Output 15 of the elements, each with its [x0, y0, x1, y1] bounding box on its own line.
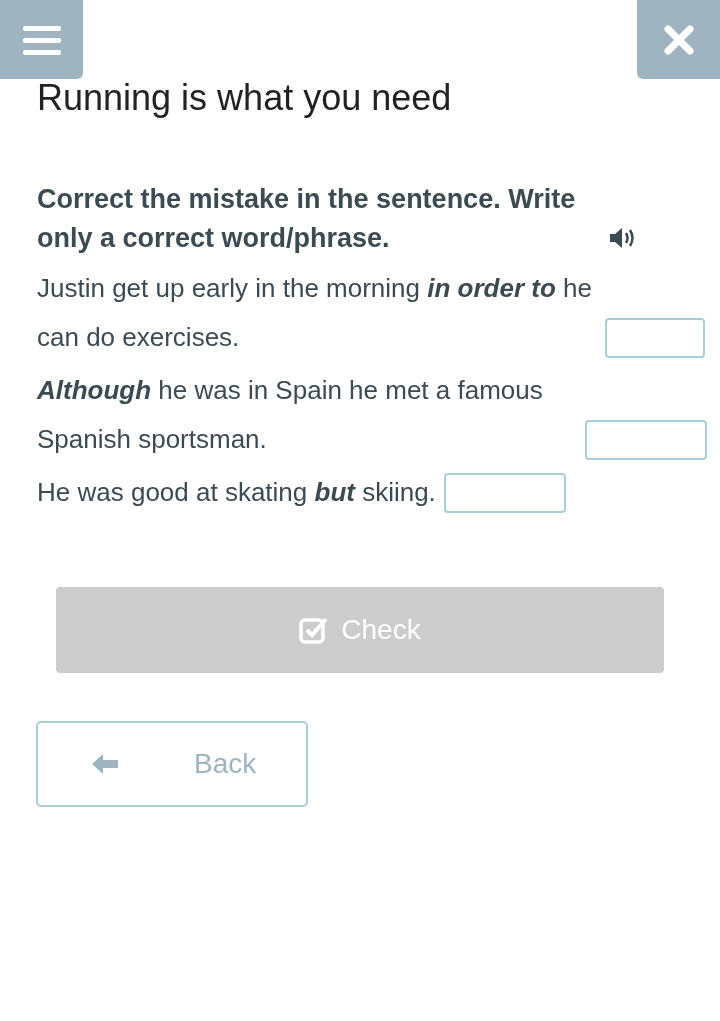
answer-field[interactable]	[605, 318, 705, 358]
answer-field[interactable]	[585, 420, 707, 460]
back-button[interactable]: Back	[36, 721, 308, 807]
close-button[interactable]	[637, 0, 720, 79]
close-icon	[663, 24, 694, 55]
sentence-text: He was good at skating but skiing.	[37, 476, 436, 509]
page-title: Running is what you need	[37, 78, 453, 118]
sentence-text: Justin get up early in the morning in order to he can do exercises.	[37, 272, 593, 354]
checkbox-icon	[299, 616, 330, 644]
arrow-left-icon	[90, 752, 120, 776]
instruction-text: Correct the mistake in the sentence. Write only a correct word/phrase.	[37, 183, 577, 255]
answer-field[interactable]	[443, 473, 566, 513]
menu-button[interactable]	[0, 0, 83, 79]
sentence-text: Although he was in Spain he met a famous Spanish sportsman.	[37, 374, 544, 456]
menu-icon	[22, 23, 61, 56]
